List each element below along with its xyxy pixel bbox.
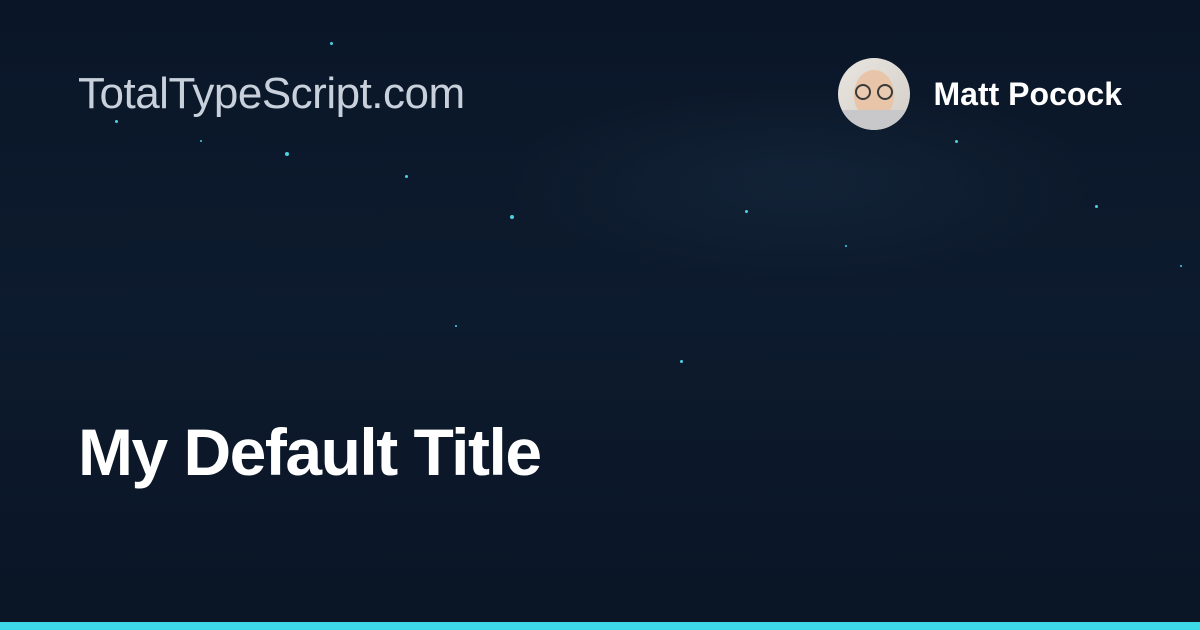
- author-block: Matt Pocock: [838, 58, 1122, 130]
- author-avatar: [838, 58, 910, 130]
- accent-bar: [0, 622, 1200, 630]
- site-name: TotalTypeScript.com: [78, 69, 465, 119]
- author-name: Matt Pocock: [934, 76, 1122, 113]
- header: TotalTypeScript.com Matt Pocock: [78, 58, 1122, 130]
- page-title: My Default Title: [78, 414, 541, 490]
